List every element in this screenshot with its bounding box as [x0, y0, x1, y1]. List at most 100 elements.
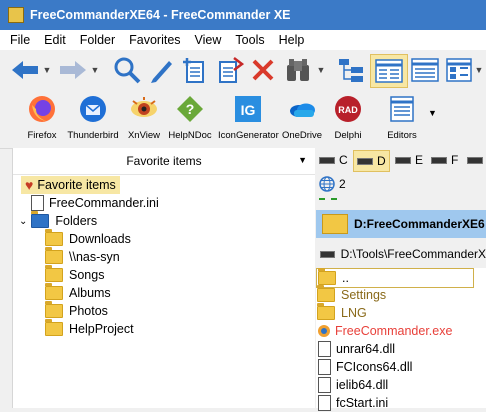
folder-icon — [45, 229, 63, 246]
edit-button[interactable] — [146, 54, 176, 86]
current-folder-header[interactable]: D:FreeCommanderXE6 — [316, 210, 486, 238]
forward-button[interactable] — [56, 54, 90, 86]
file-row-ielib64[interactable]: ielib64.dll — [316, 376, 388, 394]
drive-button-f[interactable]: F — [431, 150, 458, 170]
search-button[interactable] — [110, 54, 144, 86]
icongenerator-icon: IG — [235, 96, 261, 122]
drive-button-more[interactable] — [467, 150, 486, 170]
delete-x-icon — [252, 59, 274, 81]
move-file-button[interactable] — [214, 54, 246, 86]
favorite-editors[interactable]: Editors — [372, 92, 432, 146]
tree-item-label: HelpProject — [69, 322, 134, 336]
folder-icon — [45, 247, 63, 264]
folder-icon — [45, 283, 63, 300]
new-file-button[interactable] — [178, 54, 210, 86]
blue-folder-icon — [31, 211, 50, 228]
list-view-icon — [411, 58, 439, 82]
file-name: Settings — [341, 288, 387, 302]
current-folder-name: D:FreeCommanderXE6 — [354, 217, 485, 231]
view-dropdown[interactable]: ▼ — [474, 54, 484, 86]
folder-icon — [317, 285, 335, 302]
thunderbird-icon — [80, 96, 106, 122]
file-panel: C D E F 2 D:FreeCommanderXE6 D:\Tools\Fr… — [315, 148, 486, 411]
tree-item-songs[interactable]: Songs — [45, 265, 105, 284]
binoculars-dropdown[interactable]: ▼ — [316, 54, 326, 86]
tree-item-nas-syn[interactable]: \\nas-syn — [45, 247, 120, 266]
favorites-panel: Favorite items ▼ ♥ Favorite items FreeCo… — [12, 148, 316, 408]
thumbnail-view-button[interactable] — [444, 54, 474, 86]
favorites-panel-title: Favorite items — [126, 154, 202, 168]
drive-icon — [357, 157, 373, 165]
app-exe-icon — [318, 325, 330, 337]
network-button[interactable]: 2 — [319, 174, 346, 194]
chevron-down-icon[interactable]: ▼ — [298, 155, 307, 165]
menu-folder[interactable]: Folder — [73, 33, 122, 47]
svg-text:IG: IG — [241, 102, 256, 118]
folder-icon — [45, 319, 63, 336]
file-list: .. Settings LNG FreeCommander.exe unrar6… — [316, 268, 486, 411]
favorite-label: Editors — [387, 130, 417, 141]
drive-button-d[interactable]: D — [353, 150, 390, 172]
favorites-toolbar: Firefox Thunderbird XnView ? HelpNDoc IG… — [0, 90, 486, 149]
file-name: unrar64.dll — [336, 342, 396, 356]
search-icon — [114, 57, 141, 84]
file-name: FCIcons64.dll — [336, 360, 413, 374]
chevron-down-icon[interactable]: ⌄ — [19, 216, 27, 227]
progress-indicator — [319, 198, 337, 200]
file-row-freecommander-exe[interactable]: FreeCommander.exe — [316, 322, 452, 340]
file-row-lng[interactable]: LNG — [316, 303, 367, 322]
menu-edit[interactable]: Edit — [37, 33, 73, 47]
editors-dropdown[interactable]: ▼ — [428, 108, 437, 118]
file-row-parent[interactable]: .. — [316, 268, 474, 288]
tree-item-downloads[interactable]: Downloads — [45, 229, 131, 248]
file-name: FreeCommander.exe — [335, 324, 453, 338]
move-file-icon — [219, 57, 244, 83]
details-view-button[interactable] — [370, 54, 408, 88]
file-row-fcicons64[interactable]: FCIcons64.dll — [316, 358, 412, 376]
heart-icon: ♥ — [25, 177, 34, 193]
favorite-icongenerator[interactable]: IG IconGenerator — [218, 92, 279, 146]
drive-icon — [395, 156, 411, 164]
dll-file-icon — [318, 359, 331, 375]
helpndoc-icon: ? — [177, 96, 203, 122]
drive-button-e[interactable]: E — [395, 150, 423, 170]
file-row-fcstart-ini[interactable]: fcStart.ini — [316, 394, 388, 412]
back-button[interactable] — [8, 54, 42, 86]
menu-tools[interactable]: Tools — [228, 33, 271, 47]
back-dropdown[interactable]: ▼ — [42, 54, 52, 86]
tree-item-albums[interactable]: Albums — [45, 283, 111, 302]
file-name: .. — [342, 271, 349, 285]
tree-item-helpproject[interactable]: HelpProject — [45, 319, 134, 338]
path-bar[interactable]: D:\Tools\FreeCommanderX — [316, 244, 486, 264]
tree-item-photos[interactable]: Photos — [45, 301, 108, 320]
tree-item-folders[interactable]: ⌄ Folders — [19, 211, 97, 230]
tree-item-freecommander-ini[interactable]: FreeCommander.ini — [31, 194, 159, 212]
main-toolbar: ▼ ▼ ▼ ▼ — [0, 50, 486, 90]
editors-icon — [390, 96, 414, 122]
favorite-label: HelpNDoc — [168, 130, 212, 141]
file-row-settings[interactable]: Settings — [316, 285, 387, 304]
tree-item-label: Songs — [69, 268, 105, 282]
favorite-helpndoc[interactable]: ? HelpNDoc — [160, 92, 220, 146]
binoculars-button[interactable] — [282, 54, 314, 86]
favorite-label: IconGenerator — [218, 130, 279, 141]
window-title: FreeCommanderXE64 - FreeCommander XE — [30, 8, 291, 22]
drive-button-c[interactable]: C — [319, 150, 348, 170]
globe-icon — [319, 176, 335, 192]
favorites-panel-header[interactable]: Favorite items ▼ — [13, 148, 315, 175]
xnview-icon — [131, 97, 157, 117]
drive-label: E — [415, 153, 424, 167]
drive-label: F — [451, 153, 459, 167]
file-name: ielib64.dll — [336, 378, 389, 392]
tree-view-button[interactable] — [334, 54, 368, 86]
menu-help[interactable]: Help — [272, 33, 312, 47]
menu-favorites[interactable]: Favorites — [122, 33, 187, 47]
menu-file[interactable]: File — [0, 33, 37, 47]
file-row-unrar64[interactable]: unrar64.dll — [316, 340, 395, 358]
forward-dropdown[interactable]: ▼ — [90, 54, 100, 86]
delete-button[interactable] — [248, 54, 278, 86]
tree-item-favorite-items[interactable]: ♥ Favorite items — [21, 176, 120, 194]
favorite-delphi[interactable]: RAD Delphi — [318, 92, 378, 146]
menu-view[interactable]: View — [188, 33, 229, 47]
list-view-button[interactable] — [408, 54, 442, 86]
